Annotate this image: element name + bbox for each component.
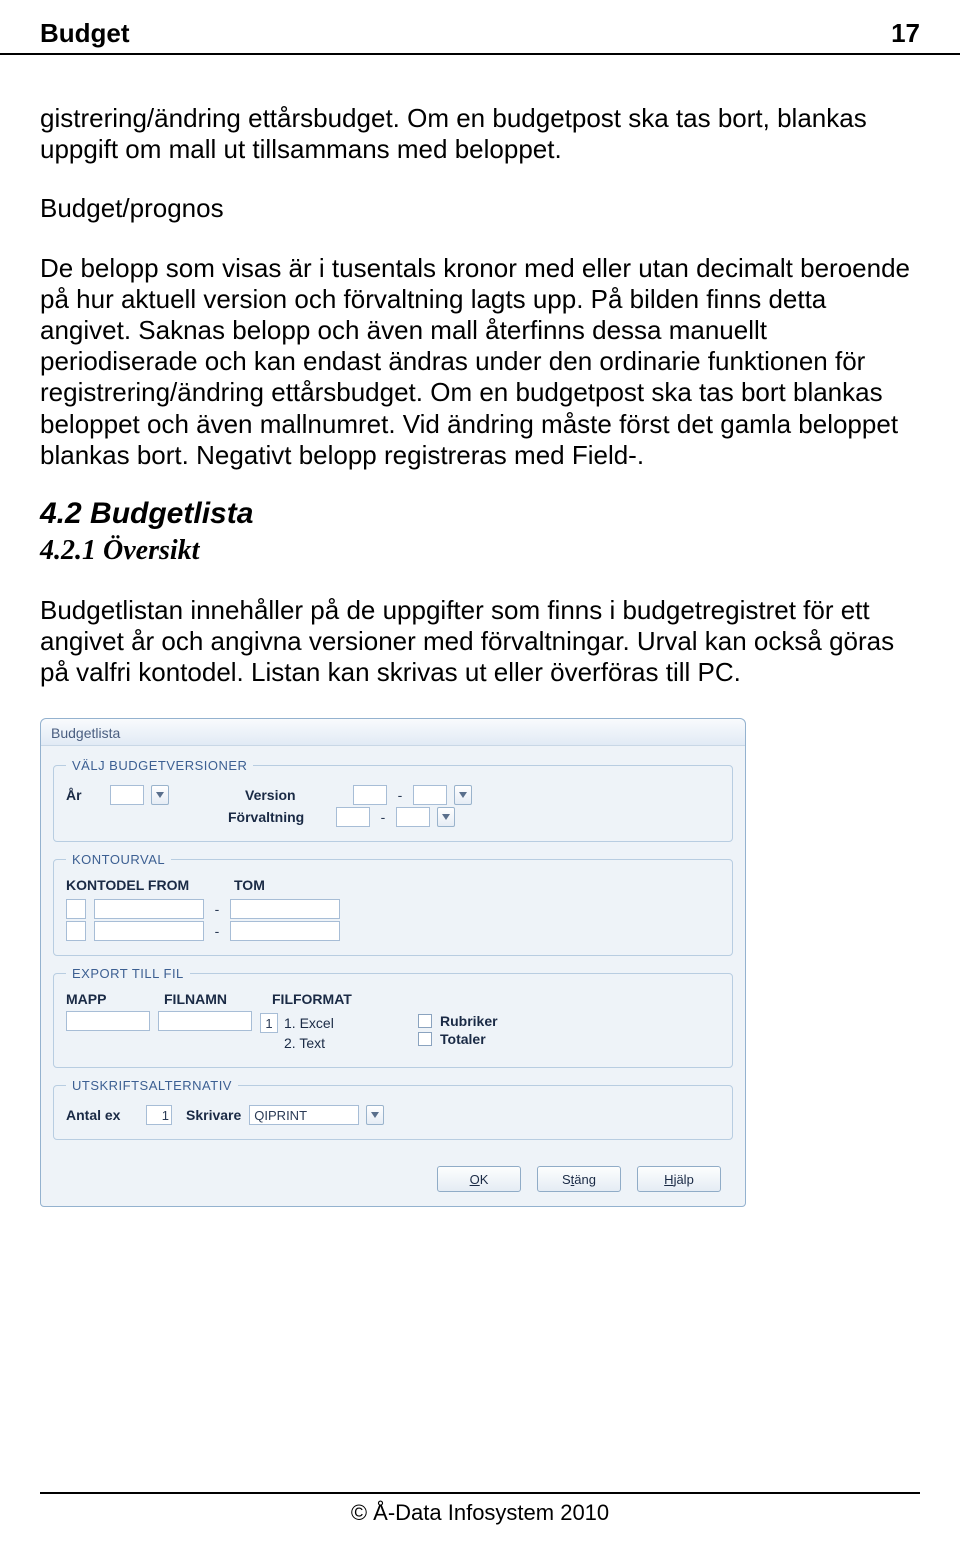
legend-kontourval: KONTOURVAL bbox=[66, 852, 171, 867]
chevron-down-icon bbox=[459, 792, 467, 798]
ok-rest: K bbox=[480, 1172, 489, 1187]
input-skrivare[interactable]: QIPRINT bbox=[249, 1105, 359, 1125]
dropdown-forvaltning[interactable] bbox=[437, 807, 455, 827]
input-kontodel-1c[interactable] bbox=[230, 899, 340, 919]
input-forvalt-to[interactable] bbox=[396, 807, 430, 827]
label-rubriker: Rubriker bbox=[440, 1013, 498, 1029]
footer-copyright: © Å-Data Infosystem 2010 bbox=[351, 1500, 609, 1525]
legend-utskrift: UTSKRIFTSALTERNATIV bbox=[66, 1078, 238, 1093]
ok-underline: O bbox=[470, 1172, 480, 1187]
dash: - bbox=[212, 923, 222, 939]
input-ar[interactable] bbox=[110, 785, 144, 805]
ok-button[interactable]: OK bbox=[437, 1166, 521, 1192]
group-export: EXPORT TILL FIL MAPP FILNAMN FILFORMAT 1… bbox=[53, 966, 733, 1068]
input-forvalt-from[interactable] bbox=[336, 807, 370, 827]
dash: - bbox=[212, 901, 222, 917]
heading-4-2-1: 4.2.1 Översikt bbox=[40, 535, 920, 567]
filformat-2: 2. Text bbox=[284, 1035, 325, 1051]
legend-budgetversioner: VÄLJ BUDGETVERSIONER bbox=[66, 758, 253, 773]
dialog-body: VÄLJ BUDGETVERSIONER År Version - Förval… bbox=[41, 746, 745, 1154]
input-kontodel-1a[interactable] bbox=[66, 899, 86, 919]
dash: - bbox=[378, 809, 388, 825]
col-tom: TOM bbox=[234, 877, 265, 893]
input-version-to[interactable] bbox=[413, 785, 447, 805]
label-antal: Antal ex bbox=[66, 1107, 138, 1123]
page-content: gistrering/ändring ettårsbudget. Om en b… bbox=[0, 55, 960, 688]
heading-4-2: 4.2 Budgetlista bbox=[40, 497, 920, 531]
stang-post: äng bbox=[574, 1172, 596, 1187]
header-title: Budget bbox=[40, 18, 130, 49]
input-kontodel-2b[interactable] bbox=[94, 921, 204, 941]
chevron-down-icon bbox=[371, 1112, 379, 1118]
page-footer: © Å-Data Infosystem 2010 bbox=[40, 1492, 920, 1526]
input-filnamn[interactable] bbox=[158, 1011, 252, 1031]
label-ar: År bbox=[66, 787, 102, 803]
close-button[interactable]: Stäng bbox=[537, 1166, 621, 1192]
dialog-buttons: OK Stäng Hjälp bbox=[41, 1154, 745, 1206]
col-filformat: FILFORMAT bbox=[272, 991, 412, 1007]
chevron-down-icon bbox=[442, 814, 450, 820]
group-budgetversioner: VÄLJ BUDGETVERSIONER År Version - Förval… bbox=[53, 758, 733, 842]
paragraph-3: Budgetlistan innehåller på de uppgifter … bbox=[40, 595, 920, 689]
col-mapp: MAPP bbox=[66, 991, 156, 1007]
help-button[interactable]: Hjälp bbox=[637, 1166, 721, 1192]
filformat-1: 1. Excel bbox=[284, 1015, 334, 1031]
input-antal[interactable]: 1 bbox=[146, 1105, 172, 1125]
paragraph-2: De belopp som visas är i tusentals krono… bbox=[40, 253, 920, 471]
dash: - bbox=[395, 787, 405, 803]
label-totaler: Totaler bbox=[440, 1031, 486, 1047]
dropdown-skrivare[interactable] bbox=[366, 1105, 384, 1125]
stang-pre: S bbox=[562, 1172, 571, 1187]
input-version-from[interactable] bbox=[353, 785, 387, 805]
input-kontodel-2a[interactable] bbox=[66, 921, 86, 941]
paragraph-1: gistrering/ändring ettårsbudget. Om en b… bbox=[40, 103, 920, 165]
hjalp-post: jälp bbox=[674, 1172, 694, 1187]
checkbox-rubriker[interactable] bbox=[418, 1014, 432, 1028]
legend-export: EXPORT TILL FIL bbox=[66, 966, 190, 981]
export-options: Rubriker Totaler bbox=[418, 1011, 598, 1049]
hjalp-underline: H bbox=[664, 1172, 673, 1187]
input-kontodel-2c[interactable] bbox=[230, 921, 340, 941]
col-kontodel-from: KONTODEL FROM bbox=[66, 877, 226, 893]
page-header: Budget 17 bbox=[0, 0, 960, 55]
chevron-down-icon bbox=[156, 792, 164, 798]
col-filnamn: FILNAMN bbox=[164, 991, 264, 1007]
input-mapp[interactable] bbox=[66, 1011, 150, 1031]
label-forvaltning: Förvaltning bbox=[228, 809, 328, 825]
label-skrivare: Skrivare bbox=[186, 1107, 241, 1123]
group-utskrift: UTSKRIFTSALTERNATIV Antal ex 1 Skrivare … bbox=[53, 1078, 733, 1140]
subheading-budget-prognos: Budget/prognos bbox=[40, 193, 920, 224]
input-filformat-num[interactable]: 1 bbox=[260, 1013, 278, 1033]
checkbox-totaler[interactable] bbox=[418, 1032, 432, 1046]
budgetlista-dialog: Budgetlista VÄLJ BUDGETVERSIONER År Vers… bbox=[40, 718, 746, 1207]
input-kontodel-1b[interactable] bbox=[94, 899, 204, 919]
filformat-list: 1 1. Excel 2. Text bbox=[260, 1011, 410, 1053]
dropdown-version[interactable] bbox=[454, 785, 472, 805]
group-kontourval: KONTOURVAL KONTODEL FROM TOM - - bbox=[53, 852, 733, 956]
page-number: 17 bbox=[891, 18, 920, 49]
label-version: Version bbox=[245, 787, 345, 803]
dialog-title: Budgetlista bbox=[41, 719, 745, 746]
dropdown-ar[interactable] bbox=[151, 785, 169, 805]
